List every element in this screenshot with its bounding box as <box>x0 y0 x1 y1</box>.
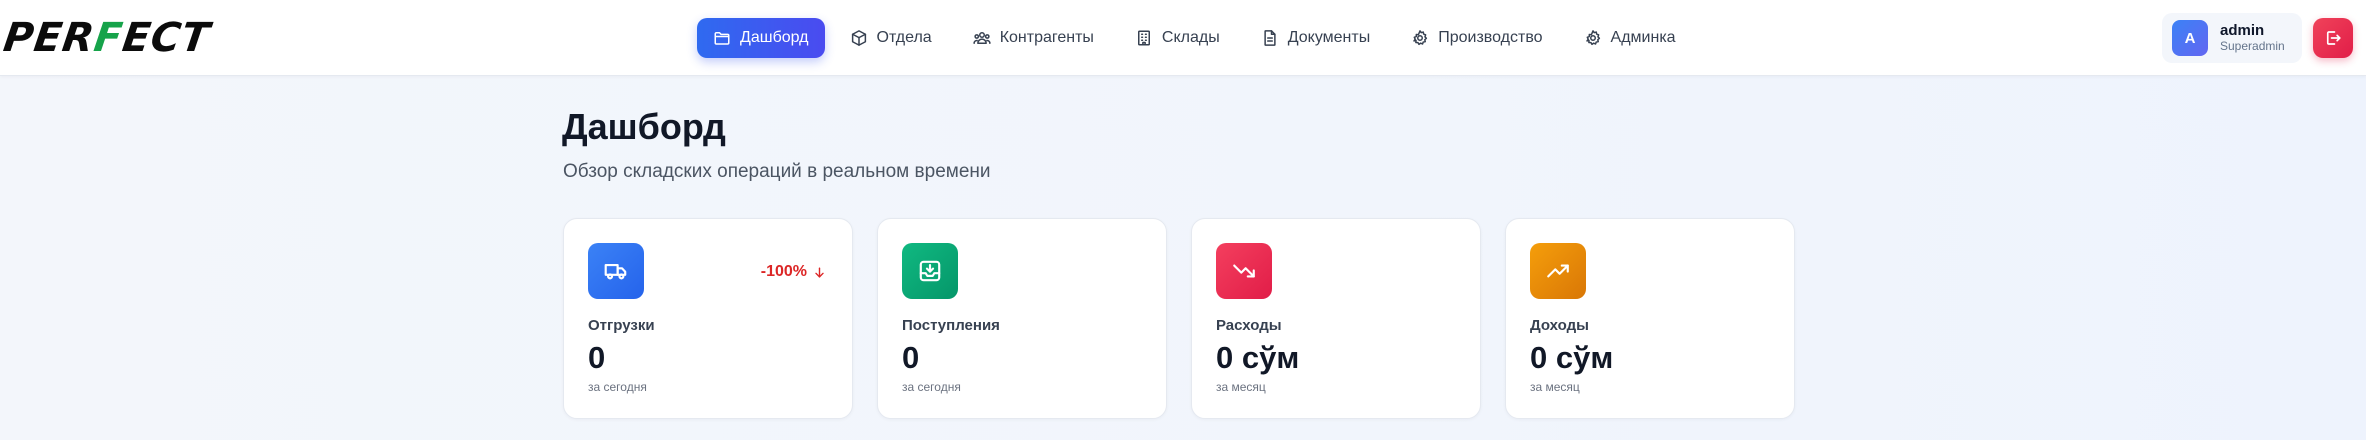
card-value: 0 сўм <box>1216 340 1300 375</box>
card-label: Доходы <box>1530 317 1589 334</box>
nav-label: Дашборд <box>740 29 809 46</box>
card-icon-badge <box>1216 243 1272 299</box>
nav-label: Отдела <box>876 29 932 46</box>
card-label: Поступления <box>902 317 1000 334</box>
user-name: admin <box>2220 22 2265 40</box>
stat-card-shipments[interactable]: -100% Отгрузки 0 за сегодня <box>563 218 853 419</box>
user-role: Superadmin <box>2220 38 2285 53</box>
nav-item-admin[interactable]: Админка <box>1568 18 1692 58</box>
top-header: PER F ECT Дашборд Отдела Контрагенты Склад… <box>0 0 2366 76</box>
folder-icon <box>714 32 730 45</box>
trend-indicator: -100% <box>761 263 826 281</box>
logout-icon <box>2326 31 2341 45</box>
card-icon-badge <box>1530 243 1586 299</box>
nav-label: Контрагенты <box>999 29 1094 46</box>
trend-value: -100% <box>760 263 807 280</box>
stat-card-receipts[interactable]: Поступления 0 за сегодня <box>877 218 1167 419</box>
stat-card-expenses[interactable]: Расходы 0 сўм за месяц <box>1191 218 1481 419</box>
card-icon-badge <box>902 243 958 299</box>
building-icon <box>1137 30 1150 46</box>
main-nav: Дашборд Отдела Контрагенты Склады Докуме… <box>697 18 1701 58</box>
card-value: 0 <box>588 340 606 375</box>
logo-text-part1: PER <box>0 15 98 61</box>
logout-button[interactable] <box>2313 18 2353 58</box>
nav-item-dashboard[interactable]: Дашборд <box>697 18 825 58</box>
card-period: за месяц <box>1530 380 1580 394</box>
brand-logo[interactable]: PER F ECT <box>0 15 213 61</box>
nav-item-production[interactable]: Производство <box>1395 18 1558 58</box>
nav-item-counterparties[interactable]: Контрагенты <box>957 18 1110 58</box>
nav-item-documents[interactable]: Документы <box>1245 18 1386 58</box>
nav-item-departments[interactable]: Отдела <box>834 18 948 58</box>
trending-down-icon <box>1233 264 1255 278</box>
nav-label: Производство <box>1438 29 1543 46</box>
arrow-down-icon <box>815 266 824 278</box>
users-icon <box>973 32 991 44</box>
inbox-icon <box>919 260 941 282</box>
box-icon <box>851 30 866 46</box>
trending-up-icon <box>1547 264 1569 278</box>
card-label: Расходы <box>1216 317 1282 334</box>
nav-label: Документы <box>1287 29 1371 46</box>
logo-text-part3: ECT <box>119 15 213 61</box>
document-icon <box>1264 30 1276 46</box>
nav-label: Админка <box>1610 29 1676 46</box>
nav-label: Склады <box>1161 29 1220 46</box>
page-subtitle: Обзор складских операций в реальном врем… <box>563 161 991 182</box>
user-menu[interactable]: A admin Superadmin <box>2162 13 2302 63</box>
card-period: за сегодня <box>902 380 961 394</box>
avatar: A <box>2172 20 2208 56</box>
cog-icon <box>1585 30 1600 46</box>
nav-item-warehouses[interactable]: Склады <box>1119 18 1236 58</box>
card-period: за сегодня <box>588 380 647 394</box>
stat-card-income[interactable]: Доходы 0 сўм за месяц <box>1505 218 1795 419</box>
card-period: за месяц <box>1216 380 1266 394</box>
truck-icon <box>604 263 627 280</box>
card-icon-badge <box>588 243 644 299</box>
card-label: Отгрузки <box>588 317 655 334</box>
card-value: 0 <box>902 340 920 375</box>
card-value: 0 сўм <box>1530 340 1614 375</box>
cog-icon <box>1413 30 1428 46</box>
page-title: Дашборд <box>562 106 726 147</box>
